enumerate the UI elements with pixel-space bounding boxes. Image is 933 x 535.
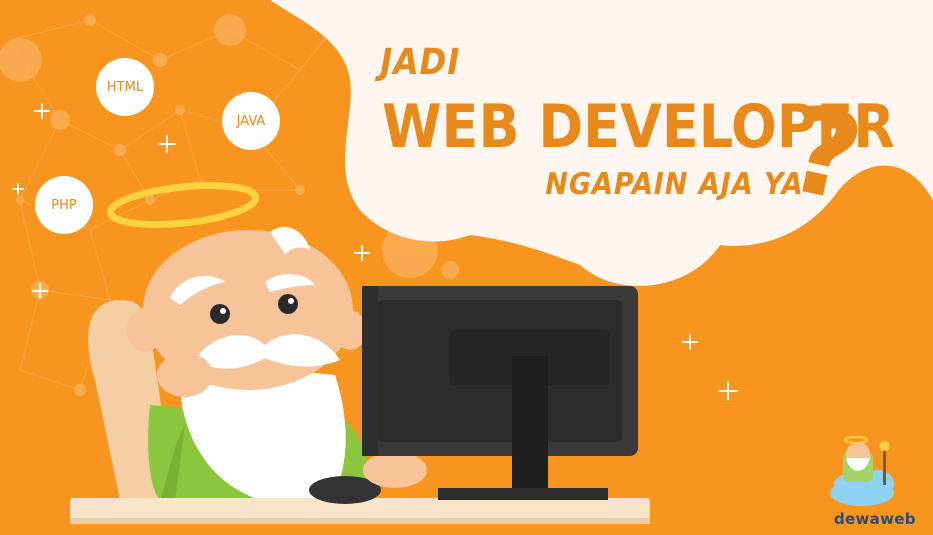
java-bubble-label: JAVA xyxy=(236,113,266,129)
left-eye xyxy=(210,304,230,324)
hero-banner: HTML JAVA PHP JADI WEB DEVELOPER NGAPAIN… xyxy=(0,0,933,535)
html-bubble-label: HTML xyxy=(106,79,144,95)
right-eye xyxy=(278,294,298,314)
halo-ring xyxy=(106,182,260,228)
hand xyxy=(157,353,213,397)
brand-name: dewaweb xyxy=(834,510,916,528)
java-bubble: JAVA xyxy=(222,92,280,150)
php-bubble-label: PHP xyxy=(51,197,77,213)
right-hand xyxy=(363,452,427,488)
monitor-stand xyxy=(512,356,548,488)
php-bubble: PHP xyxy=(35,176,93,234)
headline-line1: JADI xyxy=(376,42,464,83)
html-bubble: HTML xyxy=(96,58,154,116)
headline-line3: NGAPAIN AJA YA xyxy=(541,167,807,202)
dewaweb-logo-icon xyxy=(830,436,894,506)
monitor-base xyxy=(438,488,608,500)
